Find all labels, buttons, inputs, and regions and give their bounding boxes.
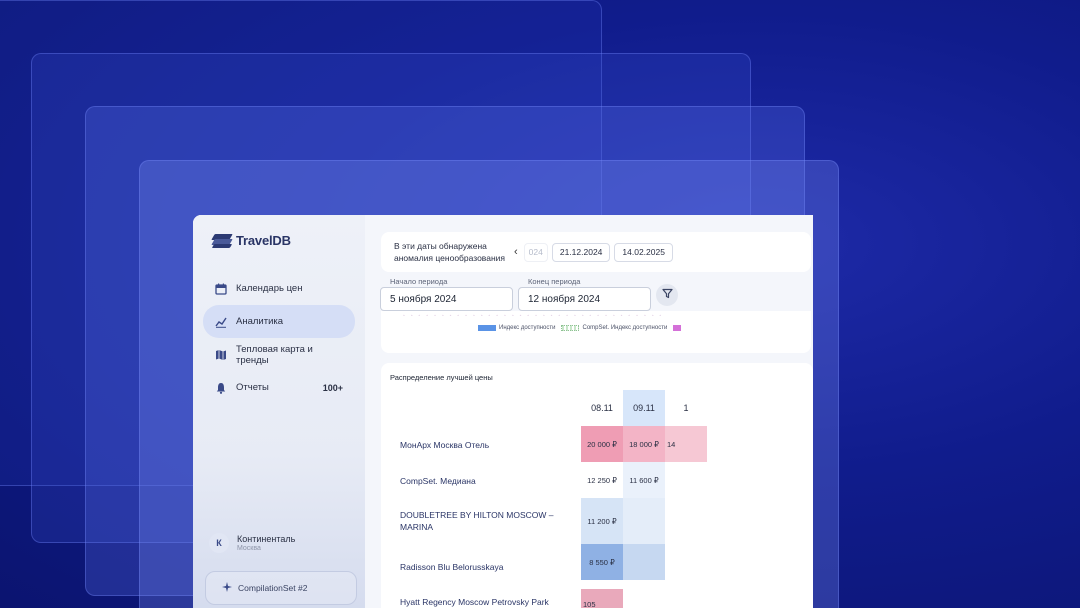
organization-switcher[interactable]: К Континенталь Москва bbox=[209, 533, 295, 553]
table-cell[interactable]: 18 000 ₽ bbox=[623, 426, 665, 462]
calendar-icon bbox=[215, 283, 227, 295]
table-cell[interactable]: 8 550 ₽ bbox=[581, 544, 623, 580]
price-distribution-table: Распределение лучшей цены 08.11 09.11 1 … bbox=[381, 363, 813, 608]
period-start-field[interactable]: 5 ноября 2024 bbox=[380, 287, 513, 311]
column-header[interactable]: 08.11 bbox=[581, 390, 623, 426]
table-row-label: Radisson Blu Belorusskaya bbox=[400, 562, 504, 572]
period-end: Конец периода 12 ноября 2024 bbox=[518, 277, 651, 311]
sidebar: TravelDB Календарь цен Аналитика Теплова… bbox=[193, 215, 365, 608]
period-start-label: Начало периода bbox=[390, 277, 448, 286]
sparkle-icon bbox=[222, 582, 232, 594]
reports-count-badge: 100+ bbox=[322, 382, 343, 393]
legend-label: CompSet. Индекс доступности bbox=[582, 325, 668, 331]
sidebar-item-reports[interactable]: Отчеты 100+ bbox=[203, 371, 355, 404]
chart-line-icon bbox=[215, 316, 227, 328]
period-end-label: Конец периода bbox=[528, 277, 581, 286]
anomaly-text: В эти даты обнаружена аномалия ценообраз… bbox=[394, 241, 505, 263]
compset-label: CompilationSet #2 bbox=[238, 583, 308, 593]
anomaly-date-chip[interactable]: 14.02.2025 bbox=[614, 242, 673, 262]
sidebar-item-analytics[interactable]: Аналитика bbox=[203, 305, 355, 338]
logo-icon bbox=[211, 233, 233, 248]
anomaly-date-chip[interactable]: 21.12.2024 bbox=[551, 242, 611, 262]
legend-swatch bbox=[673, 325, 682, 331]
sidebar-item-label: Отчеты bbox=[236, 382, 269, 393]
organization-city: Москва bbox=[237, 545, 261, 552]
app-window: TravelDB Календарь цен Аналитика Теплова… bbox=[193, 215, 813, 608]
anomaly-banner: В эти даты обнаружена аномалия ценообраз… bbox=[381, 232, 811, 272]
filter-icon bbox=[661, 286, 673, 304]
sidebar-item-label: Тепловая карта и тренды bbox=[236, 343, 313, 366]
table-cell[interactable]: 12 250 ₽ bbox=[581, 462, 623, 498]
table-cell[interactable]: 11 600 ₽ bbox=[623, 462, 665, 498]
bell-icon bbox=[215, 382, 227, 394]
table-cell[interactable]: 20 000 ₽ bbox=[581, 426, 623, 462]
table-cell[interactable]: 11 200 ₽ bbox=[581, 498, 623, 544]
organization-name: Континенталь bbox=[237, 534, 296, 544]
column-header[interactable]: 09.11 bbox=[623, 390, 665, 426]
compset-button[interactable]: CompilationSet #2 bbox=[205, 571, 357, 605]
period-end-field[interactable]: 12 ноября 2024 bbox=[518, 287, 651, 311]
table-cell[interactable]: 105 bbox=[581, 589, 623, 608]
sidebar-item-label: Аналитика bbox=[236, 316, 284, 327]
chart-legend: Индекс доступности CompSet. Индекс досту… bbox=[478, 325, 684, 331]
table-title: Распределение лучшей цены bbox=[390, 373, 493, 382]
legend-label: Индекс доступности bbox=[499, 325, 556, 331]
table-row-label: Hyatt Regency Moscow Petrovsky Park bbox=[400, 597, 549, 607]
chevron-left-icon[interactable]: ‹ bbox=[514, 246, 518, 258]
table-cell[interactable] bbox=[623, 544, 665, 580]
table-row-label: DOUBLETREE BY HILTON MOSCOW – MARINA bbox=[400, 510, 554, 532]
legend-swatch bbox=[478, 325, 496, 331]
anomaly-date-chip[interactable]: 024 bbox=[523, 242, 548, 262]
legend-swatch bbox=[561, 325, 580, 331]
sidebar-item-heatmap[interactable]: Тепловая карта и тренды bbox=[203, 338, 355, 371]
main-content: В эти даты обнаружена аномалия ценообраз… bbox=[365, 215, 813, 608]
table-cell[interactable]: 14 bbox=[665, 426, 707, 462]
filter-button[interactable] bbox=[656, 284, 678, 306]
chart-legend-card: ◦◦◦◦◦◦◦◦◦◦◦◦◦◦◦◦◦◦◦◦◦◦◦◦◦◦◦◦◦◦◦◦◦◦ Индек… bbox=[381, 311, 811, 353]
table-row-label: МонАрх Москва Отель bbox=[400, 440, 490, 450]
period-start: Начало периода 5 ноября 2024 bbox=[380, 277, 513, 311]
sidebar-item-label: Календарь цен bbox=[236, 283, 303, 294]
avatar: К bbox=[209, 533, 229, 553]
table-row-label: CompSet. Медиана bbox=[400, 476, 476, 486]
chart-axis-ticks: ◦◦◦◦◦◦◦◦◦◦◦◦◦◦◦◦◦◦◦◦◦◦◦◦◦◦◦◦◦◦◦◦◦◦ bbox=[403, 313, 668, 319]
sidebar-item-calendar[interactable]: Календарь цен bbox=[203, 272, 355, 305]
column-header[interactable]: 1 bbox=[665, 390, 707, 426]
table-cell[interactable] bbox=[623, 498, 665, 544]
logo[interactable]: TravelDB bbox=[211, 233, 355, 248]
map-icon bbox=[215, 349, 227, 361]
brand-name: TravelDB bbox=[236, 233, 291, 248]
